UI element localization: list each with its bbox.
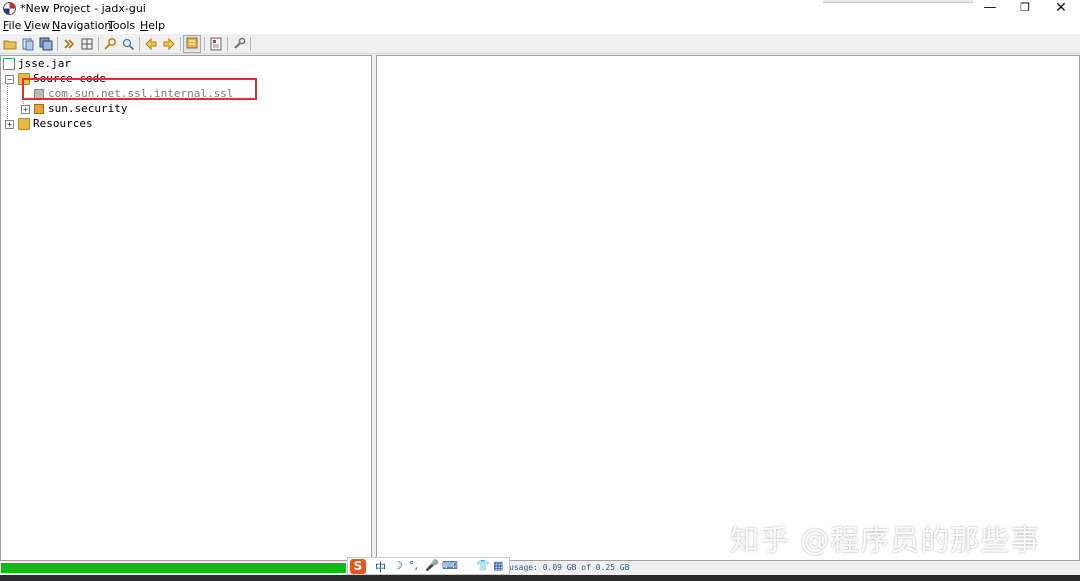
jadx-app-icon xyxy=(3,2,16,15)
toolbar-separator xyxy=(98,37,99,51)
title-bar: *New Project - jadx-gui — ❐ ✕ xyxy=(0,0,1080,18)
toolbar-separator xyxy=(250,37,251,51)
toolbar xyxy=(0,34,1080,54)
watermark: 知乎 @程序员的那些事 xyxy=(730,523,1041,557)
overlay-strip xyxy=(823,0,973,3)
tree-label-root: jsse.jar xyxy=(18,57,71,70)
ime-punct-icon[interactable]: °, xyxy=(409,559,418,572)
menu-navigation[interactable]: Navigation xyxy=(52,19,111,32)
red-highlight-box xyxy=(22,78,257,100)
sync-icon[interactable] xyxy=(62,37,76,51)
toolbar-separator xyxy=(227,37,228,51)
progress-bar xyxy=(1,563,346,573)
ime-mic-icon[interactable]: 🎤 xyxy=(425,559,439,572)
window-title: *New Project - jadx-gui xyxy=(20,2,146,15)
tree-panel[interactable]: jsse.jar − Source code com.sun.net.ssl.i… xyxy=(0,55,372,561)
minimize-button[interactable]: — xyxy=(973,0,1007,18)
forward-icon[interactable] xyxy=(162,37,176,51)
tree-node-resources[interactable]: + Resources xyxy=(3,117,203,132)
ime-keyboard-icon[interactable]: ⌨ xyxy=(442,559,458,572)
toolbar-separator xyxy=(139,37,140,51)
save-all-icon[interactable] xyxy=(39,37,53,51)
close-button[interactable]: ✕ xyxy=(1044,0,1078,18)
preferences-icon[interactable] xyxy=(232,37,246,51)
find-icon[interactable] xyxy=(121,37,135,51)
menu-help[interactable]: Help xyxy=(140,19,165,32)
expand-icon[interactable]: + xyxy=(5,120,14,129)
menu-bar: File View Navigation Tools Help xyxy=(0,18,1080,34)
resources-folder-icon xyxy=(18,118,30,130)
add-files-icon[interactable] xyxy=(21,37,35,51)
open-folder-icon[interactable] xyxy=(3,37,17,51)
code-view-panel[interactable] xyxy=(376,55,1080,561)
restore-button[interactable]: ❐ xyxy=(1008,0,1042,18)
ime-moon-icon[interactable]: ☽ xyxy=(393,559,403,572)
ime-toolbox-icon[interactable]: ▦ xyxy=(493,559,503,572)
deobfuscation-icon[interactable] xyxy=(183,35,201,53)
flatten-icon[interactable] xyxy=(80,37,94,51)
package-icon xyxy=(34,104,44,114)
menu-file[interactable]: File xyxy=(3,19,21,32)
ime-skin-icon[interactable]: 👕 xyxy=(476,559,490,572)
search-icon[interactable] xyxy=(103,37,117,51)
memory-usage: usage: 0.09 GB of 0.25 GB xyxy=(509,563,630,572)
back-icon[interactable] xyxy=(144,37,158,51)
tree-node-pkg-sun-security[interactable]: + sun.security xyxy=(3,102,203,117)
menu-tools[interactable]: Tools xyxy=(108,19,135,32)
sogou-logo-icon[interactable]: S xyxy=(350,559,366,574)
taskbar-strip xyxy=(0,575,1080,581)
jar-icon xyxy=(3,58,15,70)
log-icon[interactable] xyxy=(209,37,223,51)
toolbar-separator xyxy=(57,37,58,51)
menu-view[interactable]: View xyxy=(24,19,50,32)
expand-icon[interactable]: + xyxy=(21,105,30,114)
toolbar-separator xyxy=(204,37,205,51)
tree-label-resources: Resources xyxy=(33,117,93,130)
ime-toolbar: S 中 ☽ °, 🎤 ⌨ 👕 ▦ xyxy=(347,557,510,575)
ime-chinese-mode[interactable]: 中 xyxy=(375,559,386,575)
tree-label-pkg-security: sun.security xyxy=(48,102,128,115)
toolbar-separator xyxy=(180,37,181,51)
